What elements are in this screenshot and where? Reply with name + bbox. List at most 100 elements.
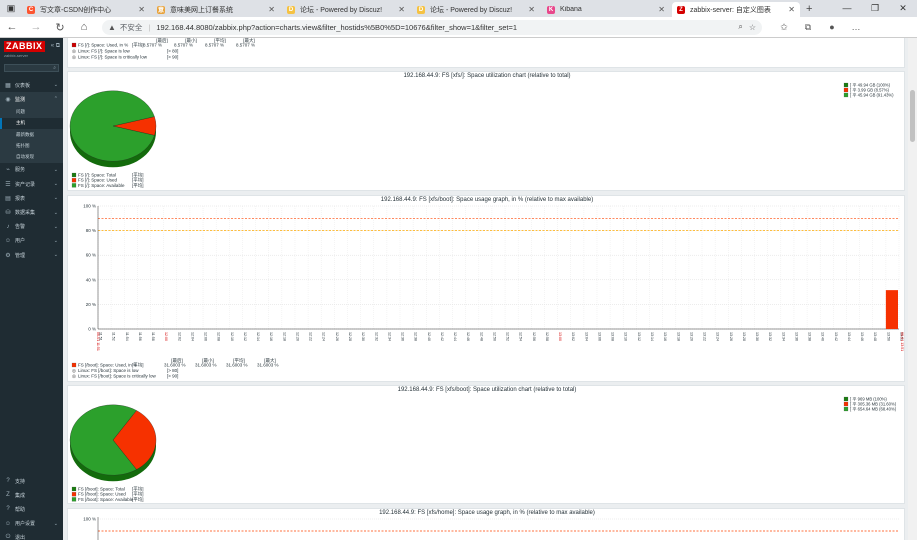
sidebar-bottom-item[interactable]: Z 集成 — [0, 488, 63, 502]
reload-icon[interactable]: ↻ — [48, 21, 72, 34]
url-field[interactable]: ▲ 不安全 | 192.168.44.8080/zabbix.php?actio… — [102, 19, 762, 35]
chevron-icon: ⌄ — [53, 195, 58, 202]
back-icon[interactable]: ← — [0, 21, 24, 33]
sidebar-bottom-item[interactable]: ? 支持 — [0, 474, 63, 488]
tab-close-icon[interactable]: ✕ — [398, 5, 405, 14]
legend-swatch — [71, 42, 77, 48]
sidebar-item[interactable]: ⛁ 数据采集 ⌄ — [0, 205, 63, 219]
sidebar-item[interactable]: ⌁ 服务 ⌄ — [0, 163, 63, 177]
browser-tab[interactable]: D 论坛 - Powered by Discuz! ✕ — [412, 2, 540, 17]
new-tab-button[interactable]: + — [806, 2, 812, 17]
browser-tab[interactable]: Zzabbix-server: 自定义图表 ✕ — [672, 2, 800, 17]
corner-legend-swatch — [843, 396, 849, 402]
x-tick-label: 12:42 — [440, 332, 444, 341]
favorites-icon[interactable]: ✩ — [772, 22, 796, 33]
sidebar-item[interactable]: ▤ 报表 ⌄ — [0, 191, 63, 205]
minimize-icon[interactable]: — — [833, 0, 861, 17]
support-icon: ? — [6, 478, 10, 485]
sidebar-subitem[interactable]: 问题 — [0, 106, 63, 117]
data-bar — [885, 290, 898, 329]
usage-graph-home: 192.168.44.9: FS [xfs/home]: Space usage… — [67, 508, 905, 540]
tab-close-icon[interactable]: ✕ — [138, 5, 145, 14]
legend-swatch — [71, 497, 77, 502]
administration-icon: ⚙ — [5, 252, 11, 259]
x-tick-label: 12:52 — [506, 332, 510, 341]
address-bar: ← → ↻ ⌂ ▲ 不安全 | 192.168.44.8080/zabbix.p… — [0, 17, 917, 38]
browser-tab[interactable]: D 论坛 - Powered by Discuz! ✕ — [282, 2, 410, 17]
sidebar-item[interactable]: ⚙ 管理 ⌄ — [0, 248, 63, 262]
x-tick-label: 13:28 — [742, 332, 746, 341]
chevron-icon: ⌄ — [53, 223, 58, 230]
browser-tab[interactable]: C 写文章-CSDN创作中心 ✕ — [22, 2, 150, 17]
corner-legend-label: [ 平 45.94 GB (91.43%) — [850, 93, 894, 99]
chevron-icon: ⌃ — [53, 96, 58, 103]
chevron-icon: ⌄ — [53, 237, 58, 244]
sidebar-bottom-item[interactable]: ⏻ 退出 — [0, 531, 63, 545]
tab-close-icon[interactable]: ✕ — [268, 5, 275, 14]
sidebar-search-input[interactable]: ⌕ — [4, 64, 59, 72]
inventory-icon: ☰ — [5, 181, 11, 188]
pie-boot-svg: FS [/boot]: Space: Total [平均]FS [/boot]: … — [69, 396, 897, 503]
tab-close-icon[interactable]: ✕ — [528, 5, 535, 14]
tab-favicon-icon: K — [547, 5, 555, 14]
x-tick-label: 13:32 — [768, 332, 772, 341]
integrations-icon: Z — [6, 492, 10, 499]
zoom-icon[interactable]: ⌕ — [738, 22, 742, 32]
legend-label: FS [/boot]: Space: Used, in % — [78, 363, 137, 368]
x-tick-label: 12:54 — [519, 332, 523, 341]
sidebar-item[interactable]: ◉ 监测 ⌃ — [0, 92, 63, 107]
x-tick-label: 12:00 — [164, 332, 168, 341]
corner-legend-label: [ 平 654.64 MB (68.40%) — [850, 407, 897, 413]
legend-trigger-icon: ◎ — [72, 374, 77, 379]
sidebar-subitem[interactable]: 自动发现 — [0, 152, 63, 163]
x-tick-label: 13:02 — [571, 332, 575, 341]
scrollbar-thumb[interactable] — [910, 90, 915, 142]
sidebar-subitem[interactable]: 拓扑图 — [0, 140, 63, 151]
sidebar-subitem[interactable]: 最新数据 — [0, 129, 63, 140]
sidebar-item[interactable]: ▦ 仪表板 ⌄ — [0, 78, 63, 92]
main-content: [最后] [最小] [平均] [最大] FS [/]: Space: Used, in … — [63, 38, 908, 540]
sidebar-bottom-item[interactable]: ☺ 用户设置 ⌄ — [0, 517, 63, 531]
x-tick-label: 13:42 — [834, 332, 838, 341]
sidebar-item-label: 数据采集 — [15, 210, 36, 217]
x-tick-label: 12:32 — [374, 332, 378, 341]
sidebar-item[interactable]: ☰ 资产记录 ⌄ — [0, 177, 63, 191]
pie-chart-root: 192.168.44.9: FS [xfs/]: Space utilizati… — [67, 71, 905, 191]
legend-threshold: [> 90] — [167, 374, 178, 379]
tab-title: Kibana — [560, 6, 582, 13]
x-tick-label: 12:46 — [466, 332, 470, 341]
zabbix-logo[interactable]: ZABBIX — [4, 41, 45, 52]
monitoring-icon: ◉ — [5, 96, 11, 103]
browser-tab[interactable]: K Kibana ✕ — [542, 2, 670, 17]
url-text[interactable]: 192.168.44.8080/zabbix.php?action=charts… — [156, 23, 732, 32]
sidebar-subitem[interactable]: 主机 — [0, 117, 63, 129]
x-tick-label: 12:34 — [387, 332, 391, 341]
sidebar-bottom-item[interactable]: ? 帮助 — [0, 502, 63, 516]
legend-label: Linux: FS [/boot]: Space is low — [78, 368, 139, 373]
sidebar-item[interactable]: ♪ 告警 ⌄ — [0, 220, 63, 234]
close-window-icon[interactable]: ✕ — [889, 0, 917, 17]
home-icon[interactable]: ⌂ — [72, 21, 96, 33]
collections-icon[interactable]: ⧉ — [796, 22, 820, 33]
chevron-icon: ⌄ — [53, 209, 58, 216]
x-tick-label: 13:40 — [821, 332, 825, 341]
sidebar-item[interactable]: ☺ 用户 ⌄ — [0, 234, 63, 248]
page-scrollbar[interactable] — [908, 38, 917, 540]
y-tick-label: 60 % — [86, 253, 96, 258]
legend-value: 8.5707 % — [236, 43, 255, 48]
sidebar-collapse-icon[interactable]: « ⧉ — [51, 43, 60, 50]
search-icon[interactable]: ⌕ — [53, 65, 56, 71]
more-options-icon[interactable]: … — [844, 22, 868, 33]
forward-icon[interactable]: → — [24, 21, 48, 33]
maximize-icon[interactable]: ❐ — [861, 0, 889, 17]
browser-tab[interactable]: 意意味美网上订餐系统 ✕ — [152, 2, 280, 17]
chevron-icon: ⌄ — [53, 252, 58, 259]
window-menu-icon[interactable]: ▣ — [0, 0, 22, 17]
x-tick-label: 12:50 — [492, 332, 496, 341]
tab-close-icon[interactable]: ✕ — [788, 5, 795, 14]
tab-close-icon[interactable]: ✕ — [658, 5, 665, 14]
x-tick-label: 11:58 — [151, 332, 155, 341]
profile-icon[interactable]: ● — [820, 22, 844, 33]
favorite-add-icon[interactable]: ☆ — [749, 23, 756, 32]
tab-title: 写文章-CSDN创作中心 — [40, 6, 112, 14]
